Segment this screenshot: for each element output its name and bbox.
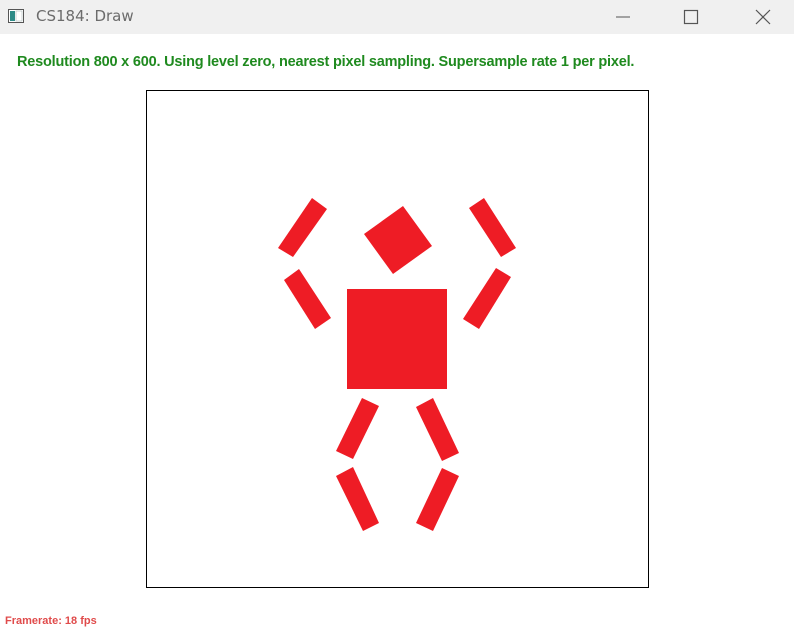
minimize-icon <box>616 16 630 18</box>
close-button[interactable] <box>740 0 786 34</box>
status-text: Resolution 800 x 600. Using level zero, … <box>17 54 635 70</box>
maximize-icon <box>683 9 699 25</box>
head <box>364 206 432 274</box>
framerate-text: Framerate: 18 fps <box>5 615 97 627</box>
left-upper-arm <box>278 198 327 257</box>
right-upper-arm <box>469 198 516 257</box>
left-lower-leg <box>336 467 379 531</box>
stick-figure <box>278 198 516 531</box>
drawing-canvas[interactable] <box>146 90 649 588</box>
app-icon <box>8 8 24 24</box>
right-lower-leg <box>416 468 459 531</box>
right-lower-arm <box>463 268 511 329</box>
maximize-button[interactable] <box>668 0 714 34</box>
window-title: CS184: Draw <box>36 7 134 25</box>
right-upper-leg <box>416 398 459 461</box>
left-upper-leg <box>336 398 379 459</box>
close-icon <box>755 9 771 25</box>
title-bar[interactable]: CS184: Draw <box>0 0 794 34</box>
torso <box>347 289 447 389</box>
left-lower-arm <box>284 269 331 329</box>
app-window: CS184: Draw Resolution 800 x 600. Using … <box>0 0 794 636</box>
minimize-button[interactable] <box>600 0 646 34</box>
